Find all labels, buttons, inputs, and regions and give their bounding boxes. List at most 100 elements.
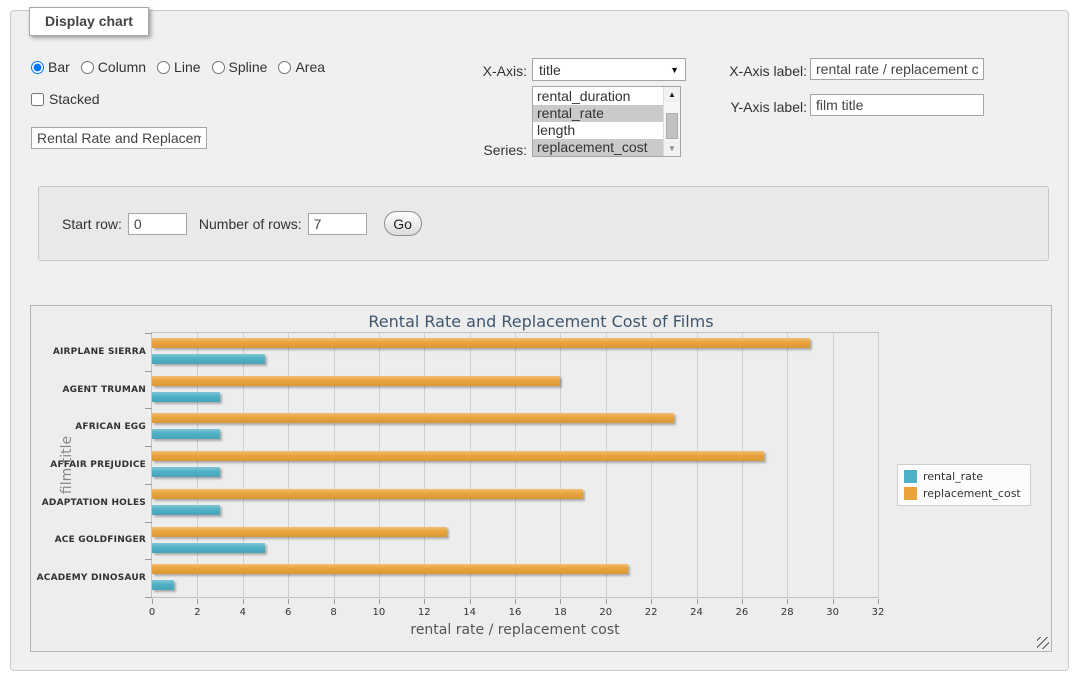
scroll-up-icon[interactable]: ▲ [664, 87, 680, 102]
fieldset-legend: Display chart [29, 7, 149, 36]
x-axis-selected-value: title [539, 62, 561, 78]
x-tick-label: 8 [319, 607, 349, 618]
bar-replacement_cost [152, 413, 674, 423]
gridline [197, 333, 198, 597]
x-tick-mark [651, 599, 652, 604]
series-option[interactable]: length [533, 122, 663, 139]
stacked-label[interactable]: Stacked [49, 91, 100, 107]
x-tick-mark [833, 599, 834, 604]
x-tick-label: 12 [409, 607, 439, 618]
y-tick-mark [145, 522, 152, 523]
y-tick-mark [145, 559, 152, 560]
num-rows-input[interactable] [308, 213, 367, 235]
bar-rental_rate [152, 429, 220, 439]
plot-area: 02468101214161820222426283032AIRPLANE SI… [151, 332, 879, 598]
gridline [787, 333, 788, 597]
x-tick-mark [379, 599, 380, 604]
x-tick-label: 26 [727, 607, 757, 618]
gridline [424, 333, 425, 597]
x-tick-label: 28 [772, 607, 802, 618]
gridline [560, 333, 561, 597]
x-tick-label: 14 [455, 607, 485, 618]
chart-type-radio-group: Bar Column Line Spline Area [31, 59, 325, 75]
resize-handle-icon[interactable] [1037, 637, 1049, 649]
x-tick-label: 2 [182, 607, 212, 618]
gridline [334, 333, 335, 597]
x-tick-mark [787, 599, 788, 604]
page: Display chart Bar Column Line Spline Are… [0, 0, 1081, 681]
y-tick-mark [145, 408, 152, 409]
area-radio[interactable] [278, 61, 291, 74]
radio-spline[interactable]: Spline [212, 59, 268, 75]
series-listbox[interactable]: rental_duration rental_rate length repla… [532, 86, 681, 157]
gridline [243, 333, 244, 597]
x-tick-mark [424, 599, 425, 604]
radio-area[interactable]: Area [278, 59, 325, 75]
series-option[interactable]: rental_rate [533, 105, 663, 122]
gridline [288, 333, 289, 597]
x-tick-mark [470, 599, 471, 604]
spline-radio[interactable] [212, 61, 225, 74]
gridline [878, 333, 879, 597]
x-tick-label: 16 [500, 607, 530, 618]
go-button[interactable]: Go [384, 211, 422, 236]
y-axis-label-input[interactable] [810, 94, 984, 116]
bar-replacement_cost [152, 451, 764, 461]
gridline [470, 333, 471, 597]
category-label: ADAPTATION HOLES [34, 498, 146, 508]
radio-bar[interactable]: Bar [31, 59, 70, 75]
chart-title: Rental Rate and Replacement Cost of Film… [31, 312, 1051, 331]
scrollbar-thumb[interactable] [666, 113, 678, 139]
start-row-label: Start row: [62, 216, 122, 232]
series-option[interactable]: rental_duration [533, 88, 663, 105]
stacked-checkbox[interactable] [31, 93, 44, 106]
bar-rental_rate [152, 543, 265, 553]
scroll-down-icon[interactable]: ▼ [664, 141, 680, 156]
x-axis-label-input[interactable] [810, 58, 984, 80]
bar-replacement_cost [152, 376, 560, 386]
x-tick-mark [288, 599, 289, 604]
column-radio[interactable] [81, 61, 94, 74]
x-axis-label-label: X-Axis label: [711, 63, 807, 79]
listbox-scrollbar[interactable]: ▲ ▼ [663, 87, 680, 156]
bar-replacement_cost [152, 338, 810, 348]
stacked-row: Stacked [31, 91, 100, 107]
chart-container: Rental Rate and Replacement Cost of Film… [30, 305, 1052, 652]
x-tick-mark [197, 599, 198, 604]
legend-item-rental-rate[interactable]: rental_rate [904, 470, 1021, 483]
x-tick-label: 20 [591, 607, 621, 618]
legend-swatch-replacement-cost [904, 487, 917, 500]
legend-item-replacement-cost[interactable]: replacement_cost [904, 487, 1021, 500]
series-options: rental_duration rental_rate length repla… [533, 87, 663, 156]
rows-panel: Start row: Number of rows: Go [38, 186, 1049, 261]
y-tick-mark [145, 597, 152, 598]
x-tick-label: 18 [545, 607, 575, 618]
gridline [833, 333, 834, 597]
radio-line[interactable]: Line [157, 59, 200, 75]
series-option[interactable]: replacement_cost [533, 139, 663, 156]
legend-swatch-rental-rate [904, 470, 917, 483]
x-tick-mark [697, 599, 698, 604]
radio-column[interactable]: Column [81, 59, 146, 75]
x-tick-label: 10 [364, 607, 394, 618]
bar-rental_rate [152, 505, 220, 515]
x-axis-select[interactable]: title ▼ [532, 58, 686, 81]
bar-radio[interactable] [31, 61, 44, 74]
category-label: ACADEMY DINOSAUR [34, 573, 146, 583]
gridline [379, 333, 380, 597]
chart-title-input[interactable] [31, 127, 207, 149]
line-radio[interactable] [157, 61, 170, 74]
gridline [742, 333, 743, 597]
y-tick-mark [145, 446, 152, 447]
bar-rental_rate [152, 580, 174, 590]
series-list-label: Series: [421, 142, 527, 158]
category-label: AGENT TRUMAN [34, 385, 146, 395]
y-tick-mark [145, 333, 152, 334]
x-tick-label: 30 [818, 607, 848, 618]
start-row-input[interactable] [128, 213, 187, 235]
x-axis-select-label: X-Axis: [421, 63, 527, 79]
gridline [515, 333, 516, 597]
chart-x-axis-title: rental rate / replacement cost [151, 622, 879, 638]
x-tick-mark [606, 599, 607, 604]
bar-rental_rate [152, 392, 220, 402]
